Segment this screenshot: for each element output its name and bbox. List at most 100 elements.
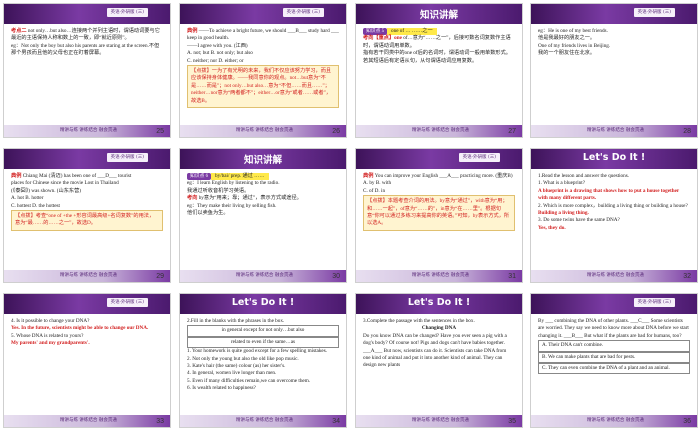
slide-body: 典例 Chiang Mai (清迈) has been one of ___D_… <box>11 173 163 231</box>
slide-text-line: 3. Kate's hair (the same) colour (as) he… <box>187 363 286 370</box>
slide-text-line: ——I agree with you. (江西) <box>187 42 248 49</box>
knowledge-point-title: by/bai/ prep. 通过 …… <box>211 173 269 180</box>
slide-header-bar: 英语·外研版 (三) <box>4 294 170 314</box>
slide-body: 4. Is it possible to change your DNA? Yes… <box>11 318 163 348</box>
slide-text-line: 考点二 not only…but also…连接两个并列主语时，谓语动词要与它最… <box>11 28 163 43</box>
slide-body: By ___ combining the DNA of other plants… <box>538 318 690 375</box>
label-keyword: 典例 <box>187 28 198 34</box>
slide-text-line: (《泰囧》) was shown. (山东东营) <box>11 187 82 194</box>
slide-footer-bar: 精讲与练 讲练结合 融会贯通 <box>4 415 170 427</box>
slide-text-line: Changing DNA <box>421 325 457 332</box>
slide-title: Let's Do It ! <box>231 297 295 308</box>
slide-text-line: B. We can make plants that are bad for p… <box>538 351 690 364</box>
slide-thumbnail-33[interactable]: 英语·外研版 (三) 4. Is it possible to change yo… <box>3 293 171 428</box>
footer-label: 精讲与练 讲练结合 融会贯通 <box>236 418 293 423</box>
header-label: 英语·外研版 (三) <box>106 8 148 17</box>
slide-page-number: 27 <box>508 128 516 135</box>
slide-text-line: My parents' and my grandparents'. <box>11 340 90 347</box>
footer-label: 精讲与练 讲练结合 融会贯通 <box>236 273 293 278</box>
slide-body: 知识点 5 one of … ……之一 考向【重点】one of…意为“……之一”… <box>363 28 515 65</box>
slide-footer-bar: 精讲与练 讲练结合 融会贯通 <box>531 270 697 282</box>
slide-thumbnail-26[interactable]: 英语·外研版 (三) 典例 ——To achieve a bright futur… <box>179 3 347 138</box>
slide-footer-bar: 精讲与练 讲练结合 融会贯通 <box>356 125 522 137</box>
slide-page-number: 29 <box>156 273 164 280</box>
slide-text-line: A. Their DNA can't combine. <box>538 340 690 352</box>
slide-page-number: 32 <box>683 273 691 280</box>
slide-sorter-grid: 英语·外研版 (三) 考点二 not only…but also…连接两个并列主语… <box>0 0 700 432</box>
slide-text-line: 1. Your homework is quite good except fo… <box>187 348 328 355</box>
knowledge-point-pill: 知识点 6 <box>187 173 211 180</box>
line-text: You can improve your English ___A___ pra… <box>373 173 513 179</box>
slide-text-line: 6. Is wealth related to happiness? <box>187 385 256 392</box>
slide-text-line: 2. Not only the young but also the old l… <box>187 355 299 362</box>
slide-thumbnail-34[interactable]: Let's Do It ! 2.Fill in the blanks with t… <box>179 293 347 428</box>
slide-text-line: Yes. In the future, scientists might be … <box>11 325 149 332</box>
header-label: 英语·外研版 (三) <box>106 298 148 307</box>
slide-body: 典例 You can improve your English ___A___ … <box>363 173 515 231</box>
slide-header-bar: 英语·外研版 (三) <box>4 4 170 24</box>
slide-text-line: 3.Complete the passage with the sentence… <box>363 318 475 324</box>
footer-label: 精讲与练 讲练结合 融会贯通 <box>60 418 117 423</box>
footer-label: 精讲与练 讲练结合 融会贯通 <box>587 273 644 278</box>
footer-label: 精讲与练 讲练结合 融会贯通 <box>412 418 469 423</box>
slide-text-line: 4. In general, women live longer than me… <box>187 370 277 377</box>
slide-thumbnail-29[interactable]: 英语·外研版 (三) 典例 Chiang Mai (清迈) has been on… <box>3 148 171 283</box>
slide-text-line: 5. Whose DNA is related to yours? <box>11 332 84 339</box>
line-text: ——To achieve a bright future, we should … <box>187 28 339 42</box>
slide-thumbnail-28[interactable]: 英语·外研版 (三) eg：He is one of my best friend… <box>530 3 698 138</box>
slide-title: 知识讲解 <box>243 155 282 166</box>
slide-thumbnail-30[interactable]: 知识讲解知识点 6 by/bai/ prep. 通过 …… eg：I learn … <box>179 148 347 283</box>
slide-page-number: 34 <box>332 418 340 425</box>
label-keyword: 典例 <box>11 173 22 179</box>
slide-title: Let's Do It ! <box>407 297 471 308</box>
slide-thumbnail-35[interactable]: Let's Do It ! 3.Complete the passage with… <box>355 293 523 428</box>
slide-page-number: 25 <box>156 128 164 135</box>
slide-title: Let's Do It ! <box>582 152 646 163</box>
header-label: 英语·外研版 (三) <box>633 298 675 307</box>
slide-thumbnail-32[interactable]: Let's Do It ! 1.Read the lesson and answe… <box>530 148 698 283</box>
slide-text-line: Building a living thing. <box>538 210 589 217</box>
slide-thumbnail-36[interactable]: 英语·外研版 (三) By ___ combining the DNA of ot… <box>530 293 698 428</box>
slide-footer-bar: 精讲与练 讲练结合 融会贯通 <box>4 270 170 282</box>
slide-thumbnail-27[interactable]: 知识讲解知识点 5 one of … ……之一 考向【重点】one of…意为“…… <box>355 3 523 138</box>
slide-text-line: A blueprint is a drawing that shows how … <box>538 187 680 202</box>
slide-page-number: 36 <box>683 418 691 425</box>
footer-label: 精讲与练 讲练结合 融会贯通 <box>60 273 117 278</box>
slide-text-line: 考向【重点】one of…意为“……之一”，后接可数名词复数作主语时，谓语动词用… <box>363 35 515 50</box>
slide-text-line: A. not; but B. not only; but also <box>187 50 253 57</box>
slide-text-line: 1. What is a blueprint? <box>538 180 586 187</box>
slide-page-number: 31 <box>508 273 516 280</box>
slide-text-line: Do you know DNA can be changed? Have you… <box>363 332 507 369</box>
slide-text-line: 我的一个朋友住在北京。 <box>538 50 596 57</box>
slide-footer-bar: 精讲与练 讲练结合 融会贯通 <box>531 415 697 427</box>
slide-thumbnail-31[interactable]: 英语·外研版 (三) 典例 You can improve your Englis… <box>355 148 523 283</box>
slide-text-line: 【点拨】一为了有光明的未来，我们不仅应该努力学习，而且应该保持身体健康。——我同… <box>187 65 339 109</box>
header-label: 英语·外研版 (三) <box>458 153 500 162</box>
slide-thumbnail-25[interactable]: 英语·外研版 (三) 考点二 not only…but also…连接两个并列主语… <box>3 3 171 138</box>
slide-page-number: 33 <box>156 418 164 425</box>
slide-text-line: eg：I learn English by listening to the r… <box>187 180 280 187</box>
slide-footer-bar: 精讲与练 讲练结合 融会贯通 <box>356 270 522 282</box>
line-text: not only…but also…连接两个并列主语时，谓语动词要与它最近的主语… <box>11 28 160 42</box>
slide-text-line: 典例 You can improve your English ___A___ … <box>363 173 515 180</box>
slide-text-line: 知识点 6 by/bai/ prep. 通过 …… <box>187 173 339 180</box>
slide-body: 知识点 6 by/bai/ prep. 通过 …… eg：I learn Engl… <box>187 173 339 217</box>
slide-body: 1.Read the lesson and answer the questio… <box>538 173 690 232</box>
label-keyword: 考向【重点】one <box>363 35 402 42</box>
slide-text-line: C. They can even combine the DNA of a pl… <box>538 363 690 375</box>
slide-text-line: 5. Even if many difficulties remain,we c… <box>187 377 311 384</box>
slide-body: eg：He is one of my best friends. 他是我最好的朋友… <box>538 28 690 58</box>
slide-text-line: 4. Is it possible to change your DNA? <box>11 318 90 324</box>
slide-text-line: C. hottest D. the hottest <box>11 202 60 209</box>
line-text: Chiang Mai (清迈) has been one of ___D___ … <box>21 173 132 179</box>
slide-text-line: 他是我最好的朋友之一。 <box>538 35 596 42</box>
slide-title: 知识讲解 <box>419 10 458 21</box>
knowledge-point-pill: 知识点 5 <box>363 28 387 35</box>
slide-text-line: C. of D. in <box>363 187 386 194</box>
footer-label: 精讲与练 讲练结合 融会贯通 <box>587 418 644 423</box>
slide-text-line: 【点拨】考查“one of +the +形容词最高级+名词复数”的用法，意为“最… <box>11 210 163 231</box>
slide-text-line: C. neither; nor D. either; or <box>187 57 244 64</box>
label-keyword: 典例 <box>363 173 374 179</box>
slide-text-line: in general except for not only…but also <box>187 325 339 337</box>
label-keyword: 考点二 <box>11 28 27 34</box>
